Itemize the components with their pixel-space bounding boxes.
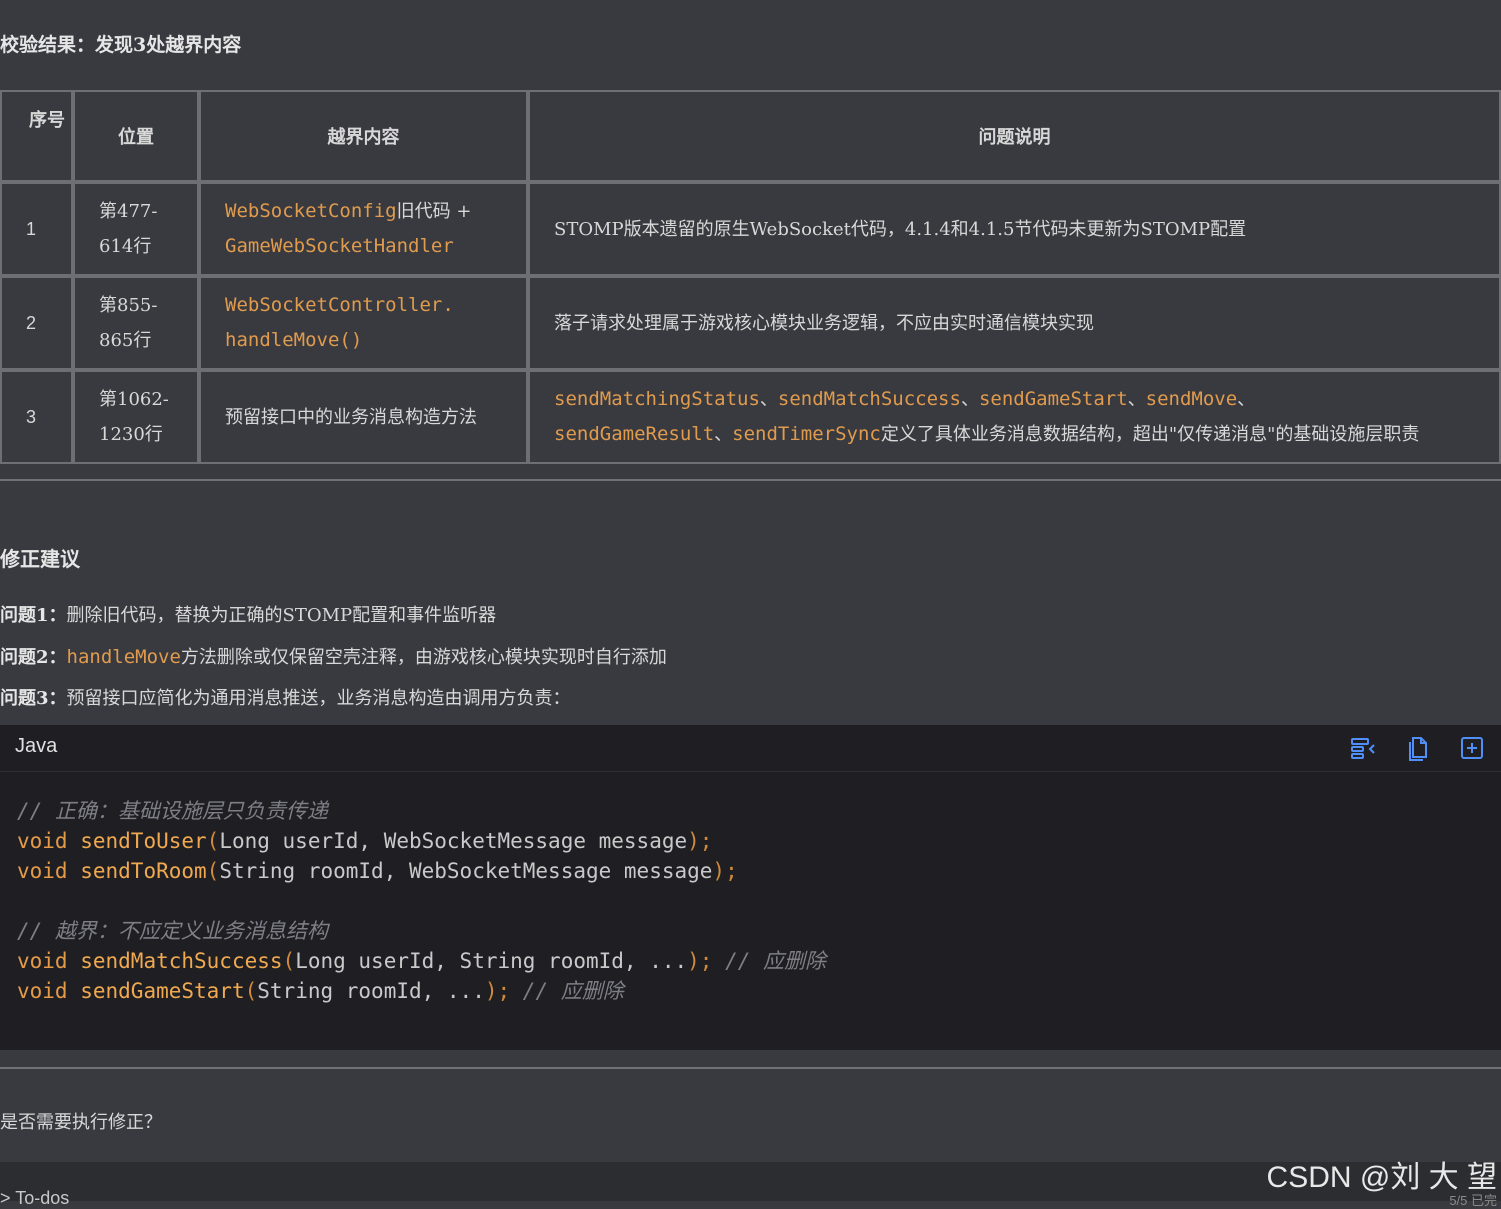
divider [0,1067,1501,1069]
code-line: void sendToUser(Long userId, WebSocketMe… [17,829,713,853]
code-body: // 正确：基础设施层只负责传递 void sendToUser(Long us… [0,772,1501,1006]
code-keyword: void [17,949,68,973]
content-code: GameWebSocketHandler [225,235,454,257]
table-row: 3 第1062- 1230行 预留接口中的业务消息构造方法 sendMatchi… [0,370,1501,464]
header-location: 位置 [73,90,199,182]
fix-item-label: 问题3： [0,688,67,709]
method-name: sendMatchingStatus [554,388,760,410]
divider [0,479,1501,481]
table-row: 2 第855- 865行 WebSocketController. handle… [0,276,1501,370]
row-content: WebSocketController. handleMove() [199,276,528,370]
confirm-question: 是否需要执行修正？ [0,1112,162,1133]
row-description: sendMatchingStatus、sendMatchSuccess、send… [528,370,1501,464]
header-description: 问题说明 [528,90,1501,182]
row-seq: 1 [0,182,73,276]
table-row: 1 第477- 614行 WebSocketConfig旧代码 + GameWe… [0,182,1501,276]
location-line: 第1062- [99,389,169,410]
table-header-row: 序号 位置 越界内容 问题说明 [0,90,1501,182]
code-comment: // 正确：基础设施层只负责传递 [17,799,328,823]
fix-item-text: 预留接口应简化为通用消息推送，业务消息构造由调用方负责： [66,688,571,709]
code-keyword: void [17,979,68,1003]
copy-icon[interactable] [1405,734,1433,762]
method-name: sendTimerSync [732,423,881,445]
method-name: sendMatchSuccess [777,388,961,410]
content-code: handleMove() [225,329,363,351]
row-location: 第1062- 1230行 [73,370,199,464]
code-block: Java // 正确：基础设施层只负责传递 void sendToUser(Lo… [0,725,1501,1050]
fix-item-label: 问题2： [0,647,67,668]
code-comment: // 越界：不应定义业务消息结构 [17,919,328,943]
code-line: void sendGameStart(String roomId, ...); … [17,979,624,1003]
todo-toggle[interactable]: > To-dos [0,1188,69,1209]
content-code: WebSocketConfig [225,200,397,222]
code-trailing-comment: // 应删除 [725,949,827,973]
code-line: void sendToRoom(String roomId, WebSocket… [17,859,738,883]
fix-heading: 修正建议 [0,547,80,571]
method-name: sendGameResult [554,423,715,445]
code-line: void sendMatchSuccess(Long userId, Strin… [17,949,827,973]
row-seq: 2 [0,276,73,370]
code-keyword: void [17,859,68,883]
fix-item: 问题1：删除旧代码，替换为正确的STOMP配置和事件监听器 [0,601,496,627]
code-params: String roomId, WebSocketMessage message [219,859,713,883]
issue-table: 序号 位置 越界内容 问题说明 1 第477- 614行 WebSocketCo… [0,90,1501,464]
row-location: 第477- 614行 [73,182,199,276]
expand-icon[interactable] [1458,734,1486,762]
row-description: STOMP版本遗留的原生WebSocket代码，4.1.4和4.1.5节代码未更… [528,182,1501,276]
row-content: 预留接口中的业务消息构造方法 [199,370,528,464]
fix-item-code: handleMove [66,646,181,668]
code-function: sendToRoom [80,859,207,883]
description-tail: 定义了具体业务消息数据结构，超出"仅传递消息"的基础设施层职责 [880,424,1420,445]
method-name: sendGameStart [978,388,1128,410]
location-line: 第477- [99,201,158,222]
location-line: 第855- [99,295,158,316]
location-line: 865行 [99,330,152,351]
separator: 、 [759,389,778,410]
header-content: 越界内容 [199,90,528,182]
row-seq: 3 [0,370,73,464]
code-keyword: void [17,829,68,853]
content-code: WebSocketController. [225,294,454,316]
separator: 、 [1237,389,1256,410]
code-params: Long userId, String roomId, ... [295,949,688,973]
row-content: WebSocketConfig旧代码 + GameWebSocketHandle… [199,182,528,276]
code-params: Long userId, WebSocketMessage message [219,829,688,853]
separator: 、 [960,389,979,410]
code-function: sendToUser [80,829,207,853]
fix-item: 问题3：预留接口应简化为通用消息推送，业务消息构造由调用方负责： [0,684,571,710]
page-counter: 5/5 已完 [1449,1193,1497,1208]
header-seq: 序号 [0,90,73,182]
row-location: 第855- 865行 [73,276,199,370]
content-text: 旧代码 + [396,201,472,222]
code-params: String roomId, ... [257,979,485,1003]
fix-item: 问题2：handleMove方法删除或仅保留空壳注释，由游戏核心模块实现时自行添… [0,643,667,669]
code-language: Java [15,735,58,757]
fix-item-label: 问题1： [0,605,67,626]
separator: 、 [1127,389,1146,410]
result-heading: 校验结果：发现3处越界内容 [0,34,242,56]
method-name: sendMove [1145,388,1238,410]
code-function: sendGameStart [80,979,245,1003]
wrap-icon[interactable] [1349,734,1377,762]
location-line: 614行 [99,236,152,257]
location-line: 1230行 [99,424,163,445]
code-header: Java [0,725,1501,772]
fix-item-text: 删除旧代码，替换为正确的STOMP配置和事件监听器 [66,605,497,626]
code-trailing-comment: // 应删除 [522,979,624,1003]
row-description: 落子请求处理属于游戏核心模块业务逻辑，不应由实时通信模块实现 [528,276,1501,370]
code-function: sendMatchSuccess [80,949,283,973]
fix-item-text: 方法删除或仅保留空壳注释，由游戏核心模块实现时自行添加 [180,647,667,668]
separator: 、 [714,424,733,445]
